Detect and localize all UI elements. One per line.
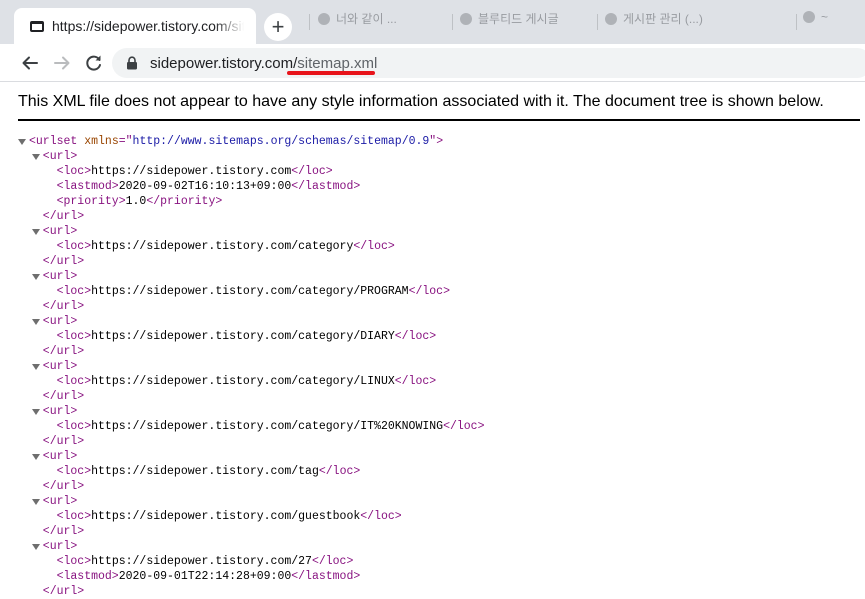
collapse-toggle-icon[interactable] bbox=[18, 138, 26, 146]
xml-loc-node: <loc>https://sidepower.tistory.com/categ… bbox=[56, 285, 450, 298]
collapse-toggle-icon[interactable] bbox=[31, 273, 40, 281]
xml-url-open-tag: <url> bbox=[42, 225, 78, 238]
xml-priority-node: <priority>1.0</priority> bbox=[56, 195, 223, 208]
xml-url-close-tag: </url> bbox=[42, 390, 85, 403]
tab-separator bbox=[796, 14, 797, 30]
forward-arrow-icon bbox=[54, 56, 70, 70]
url-text[interactable]: sidepower.tistory.com/sitemap.xml bbox=[150, 55, 377, 72]
tab-separator bbox=[597, 14, 598, 30]
background-tab[interactable]: ~ bbox=[803, 10, 828, 32]
xml-url-close-tag: </url> bbox=[42, 525, 85, 538]
tab-separator bbox=[452, 14, 453, 30]
tab-separator bbox=[309, 14, 310, 30]
xml-root-open-tag: <urlset xmlns="http://www.sitemaps.org/s… bbox=[29, 135, 444, 148]
xml-url-close-tag: </url> bbox=[42, 480, 85, 493]
xml-loc-node: <loc>https://sidepower.tistory.com</loc> bbox=[56, 165, 333, 178]
tab-favicon-icon bbox=[318, 13, 330, 25]
xml-url-close-tag: </url> bbox=[42, 210, 85, 223]
reload-icon bbox=[86, 55, 101, 71]
collapse-toggle-icon[interactable] bbox=[31, 228, 40, 236]
xml-url-close-tag: </url> bbox=[42, 585, 85, 598]
xml-loc-node: <loc>https://sidepower.tistory.com/categ… bbox=[56, 240, 395, 253]
xml-lastmod-node: <lastmod>2020-09-01T22:14:28+09:00</last… bbox=[56, 570, 361, 583]
url-highlight-underline bbox=[287, 71, 375, 75]
tab-title: https://sidepower.tistory.com/sitemap.xm… bbox=[52, 18, 244, 34]
xml-url-open-tag: <url> bbox=[42, 405, 78, 418]
page-favicon-icon bbox=[30, 21, 44, 32]
xml-loc-node: <loc>https://sidepower.tistory.com/categ… bbox=[56, 420, 485, 433]
collapse-toggle-icon[interactable] bbox=[31, 318, 40, 326]
xml-url-open-tag: <url> bbox=[42, 540, 78, 553]
collapse-toggle-icon[interactable] bbox=[31, 498, 40, 506]
address-bar[interactable]: sidepower.tistory.com/sitemap.xml bbox=[112, 48, 865, 78]
xml-loc-node: <loc>https://sidepower.tistory.com/categ… bbox=[56, 375, 437, 388]
collapse-toggle-icon[interactable] bbox=[31, 408, 40, 416]
url-path: sitemap.xml bbox=[297, 55, 378, 72]
xml-viewer: This XML file does not appear to have an… bbox=[0, 82, 865, 598]
xml-url-open-tag: <url> bbox=[42, 360, 78, 373]
xml-lastmod-node: <lastmod>2020-09-02T16:10:13+09:00</last… bbox=[56, 180, 361, 193]
tab-strip: https://sidepower.tistory.com/sitemap.xm… bbox=[0, 0, 865, 44]
xml-loc-node: <loc>https://sidepower.tistory.com/27</l… bbox=[56, 555, 354, 568]
xml-url-close-tag: </url> bbox=[42, 300, 85, 313]
xml-url-open-tag: <url> bbox=[42, 315, 78, 328]
xml-url-open-tag: <url> bbox=[42, 270, 78, 283]
xml-url-open-tag: <url> bbox=[42, 150, 78, 163]
background-tab[interactable]: 게시판 관리 (...) bbox=[605, 10, 703, 32]
browser-toolbar: sidepower.tistory.com/sitemap.xml bbox=[0, 44, 865, 82]
forward-button[interactable] bbox=[48, 49, 76, 77]
xml-url-open-tag: <url> bbox=[42, 495, 78, 508]
active-tab[interactable]: https://sidepower.tistory.com/sitemap.xm… bbox=[14, 8, 256, 44]
collapse-toggle-icon[interactable] bbox=[31, 363, 40, 371]
xml-url-close-tag: </url> bbox=[42, 255, 85, 268]
back-arrow-icon bbox=[22, 56, 38, 70]
xml-url-close-tag: </url> bbox=[42, 435, 85, 448]
url-host: sidepower.tistory.com/ bbox=[150, 55, 298, 72]
tab-favicon-icon bbox=[803, 11, 815, 23]
xml-url-open-tag: <url> bbox=[42, 450, 78, 463]
tab-favicon-icon bbox=[460, 13, 472, 25]
background-tab[interactable]: 너와 같이 ... bbox=[318, 10, 397, 32]
collapse-toggle-icon[interactable] bbox=[31, 153, 40, 161]
xml-url-close-tag: </url> bbox=[42, 345, 85, 358]
background-tab[interactable]: 블루티드 게시글 bbox=[460, 10, 559, 32]
reload-button[interactable] bbox=[80, 49, 108, 77]
back-button[interactable] bbox=[16, 49, 44, 77]
xml-loc-node: <loc>https://sidepower.tistory.com/tag</… bbox=[56, 465, 361, 478]
xml-loc-node: <loc>https://sidepower.tistory.com/guest… bbox=[56, 510, 402, 523]
collapse-toggle-icon[interactable] bbox=[31, 543, 40, 551]
lock-icon[interactable] bbox=[126, 56, 138, 70]
collapse-toggle-icon[interactable] bbox=[31, 453, 40, 461]
xml-loc-node: <loc>https://sidepower.tistory.com/categ… bbox=[56, 330, 437, 343]
xml-info-message: This XML file does not appear to have an… bbox=[18, 93, 860, 121]
tab-favicon-icon bbox=[605, 13, 617, 25]
new-tab-button[interactable]: + bbox=[264, 13, 292, 41]
